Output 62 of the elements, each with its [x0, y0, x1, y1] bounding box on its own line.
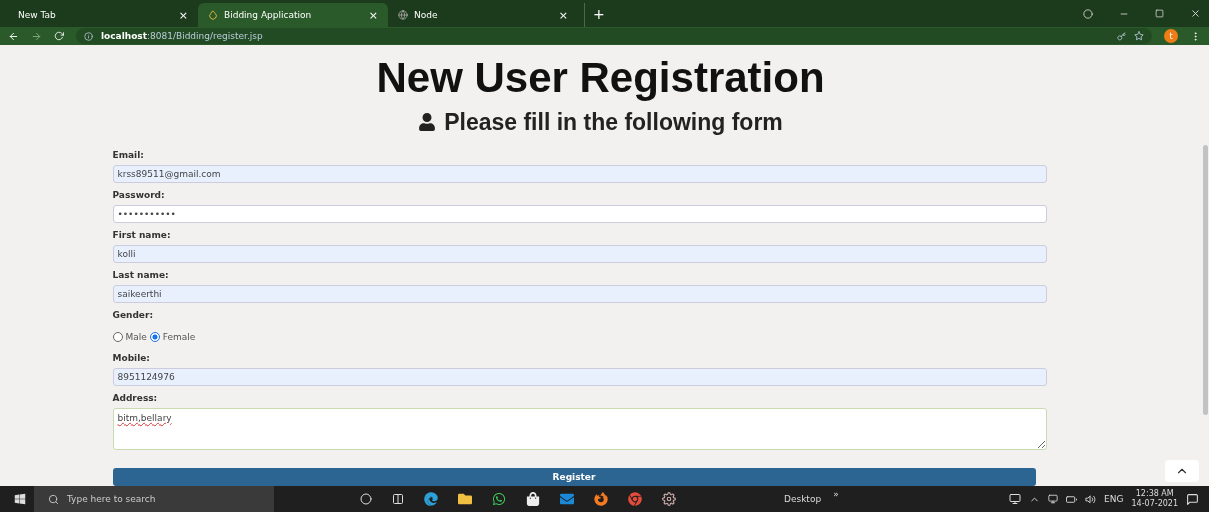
device-icon[interactable]: [1048, 494, 1059, 504]
field-label: Last name:: [112, 269, 170, 282]
text-field[interactable]: •••••••••••: [112, 205, 1047, 223]
task-view-icon[interactable]: [392, 493, 404, 505]
url-text: localhost:8081/Bidding/register.jsp: [101, 31, 263, 41]
desktop-label[interactable]: Desktop: [784, 494, 822, 504]
register-button[interactable]: Register: [112, 468, 1036, 486]
whatsapp-icon[interactable]: [492, 492, 506, 506]
monitor-icon[interactable]: [1009, 493, 1022, 505]
mail-icon[interactable]: [560, 492, 574, 506]
star-icon[interactable]: [1134, 31, 1144, 41]
field-label: Password:: [112, 189, 166, 202]
field-label: Mobile:: [112, 352, 151, 365]
field-label: First name:: [112, 229, 172, 242]
volume-icon[interactable]: [1085, 493, 1097, 505]
droplet-icon[interactable]: [208, 10, 218, 20]
text-field[interactable]: kolli: [112, 245, 1047, 263]
windows-icon[interactable]: [14, 493, 26, 505]
text-field[interactable]: 8951124976: [112, 368, 1047, 386]
store-icon[interactable]: [526, 492, 540, 506]
battery-icon[interactable]: [1066, 493, 1078, 505]
radio-button[interactable]: [149, 332, 160, 342]
address-field[interactable]: bitm,bellary: [112, 408, 1047, 450]
field-label: Address:: [112, 392, 159, 405]
edge-icon[interactable]: [424, 492, 438, 506]
scrollbar-thumb[interactable]: [1202, 145, 1208, 415]
radio-label: Male: [125, 332, 147, 342]
address-bar[interactable]: localhost:8081/Bidding/register.jsp: [76, 28, 1152, 44]
reload-icon[interactable]: [54, 31, 64, 41]
notification-icon[interactable]: [1186, 492, 1199, 506]
browser-tab[interactable]: New Tab ×: [8, 3, 198, 27]
folder-icon[interactable]: [458, 492, 472, 506]
language-indicator[interactable]: ENG: [1104, 494, 1124, 504]
radio-button[interactable]: [112, 332, 123, 342]
text-field[interactable]: saikeerthi: [112, 285, 1047, 303]
maximize-icon[interactable]: [1155, 9, 1164, 18]
back-icon[interactable]: [8, 30, 19, 42]
firefox-icon[interactable]: [594, 492, 608, 506]
field-label: Email:: [112, 149, 145, 162]
close-icon[interactable]: [1190, 8, 1201, 19]
close-icon[interactable]: ×: [558, 8, 568, 22]
globe-icon[interactable]: [398, 10, 408, 20]
info-icon: [84, 31, 93, 41]
circle-icon[interactable]: [360, 493, 372, 505]
browser-tab[interactable]: Node ×: [388, 3, 578, 27]
forward-icon[interactable]: [31, 30, 42, 42]
chevron-text[interactable]: »: [833, 489, 839, 499]
gear-icon[interactable]: [662, 492, 676, 506]
browser-tab[interactable]: Bidding Application ×: [198, 3, 388, 27]
clock[interactable]: 12:38 AM 14-07-2021: [1131, 489, 1178, 509]
key-icon[interactable]: [1117, 31, 1126, 41]
field-label: Gender:: [112, 309, 154, 322]
search-icon: [48, 493, 59, 505]
close-icon[interactable]: ×: [178, 8, 188, 22]
page-title: New User Registration: [376, 55, 825, 101]
user-icon: [418, 113, 437, 131]
search-field[interactable]: Type here to search: [34, 486, 274, 512]
close-icon[interactable]: ×: [368, 8, 378, 22]
chrome-icon[interactable]: [628, 492, 642, 506]
text-field[interactable]: krss89511@gmail.com: [112, 165, 1047, 183]
radio-label: Female: [162, 332, 196, 342]
page-subtitle: Please fill in the following form: [444, 109, 783, 135]
